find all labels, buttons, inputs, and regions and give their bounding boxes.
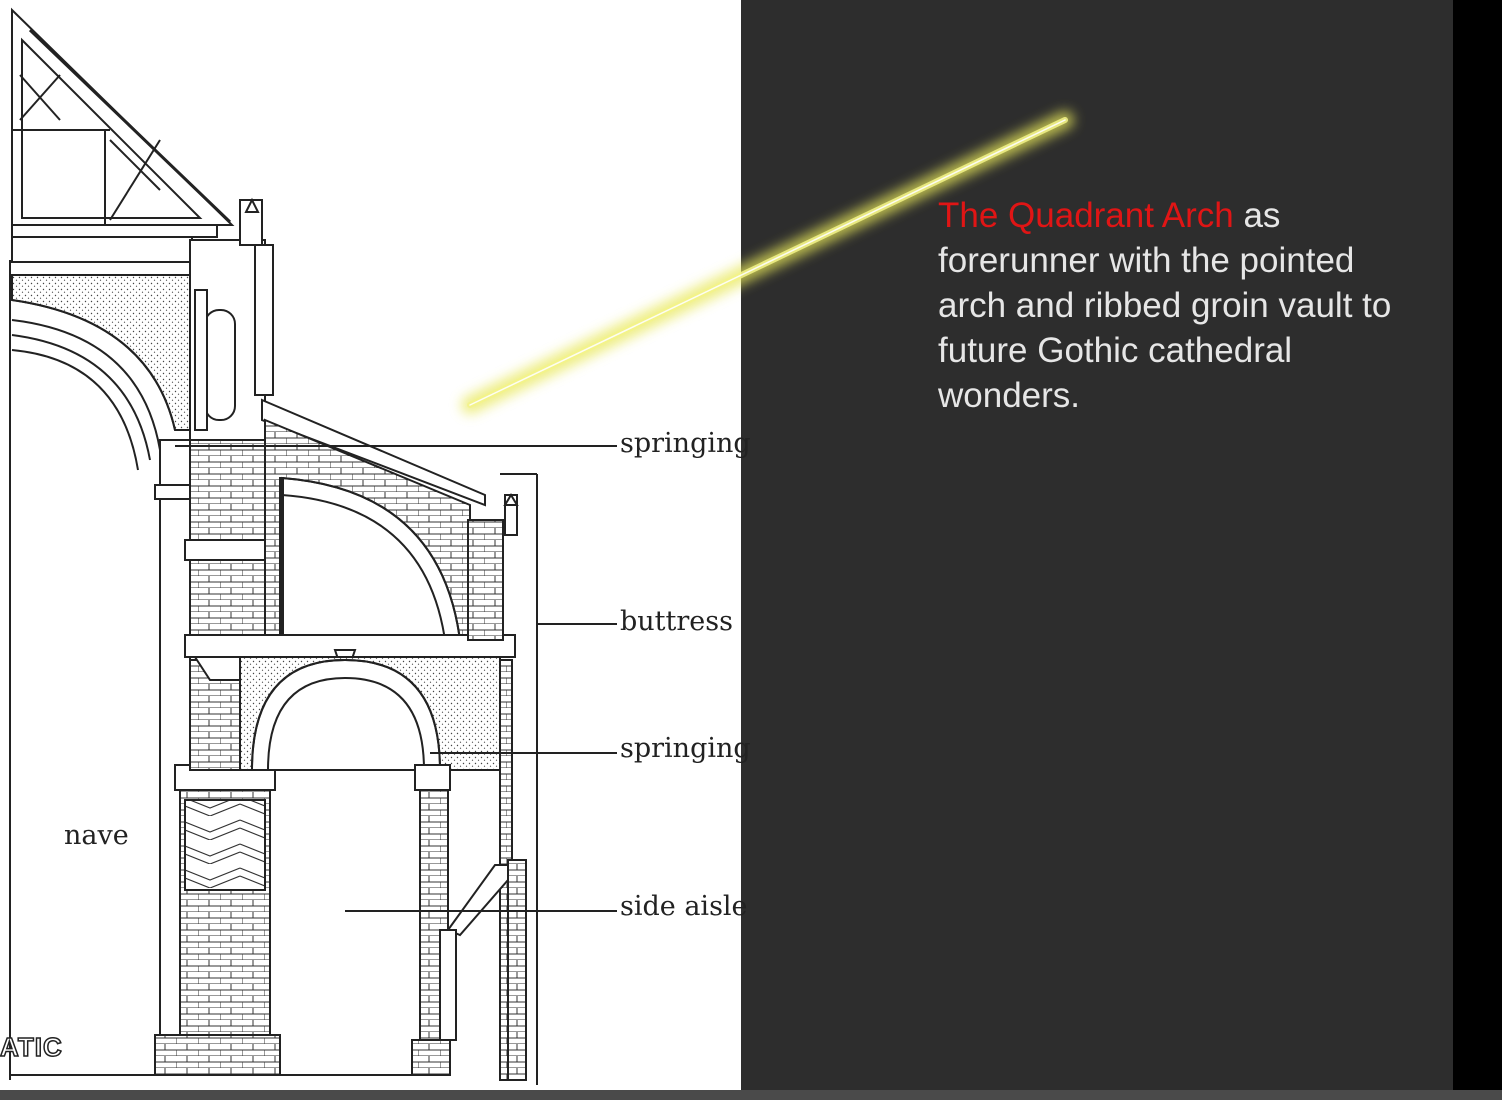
label-nave: nave bbox=[64, 820, 129, 851]
gallery-quadrant-arch bbox=[261, 398, 486, 641]
slide: nave springing buttress springing side a… bbox=[0, 0, 1502, 1100]
label-springing-lower: springing bbox=[620, 733, 751, 764]
watermark-text: ATIC bbox=[0, 1031, 63, 1063]
cross-section-diagram bbox=[9, 7, 1074, 1085]
roof-truss bbox=[11, 7, 235, 263]
side-aisle-arch bbox=[239, 656, 501, 1076]
caption-highlight: The Quadrant Arch bbox=[938, 196, 1234, 235]
label-buttress: buttress bbox=[620, 606, 733, 637]
label-springing-upper: springing bbox=[620, 428, 751, 459]
slide-caption: The Quadrant Arch as forerunner with the… bbox=[938, 193, 1408, 418]
label-side-aisle: side aisle bbox=[620, 891, 748, 922]
